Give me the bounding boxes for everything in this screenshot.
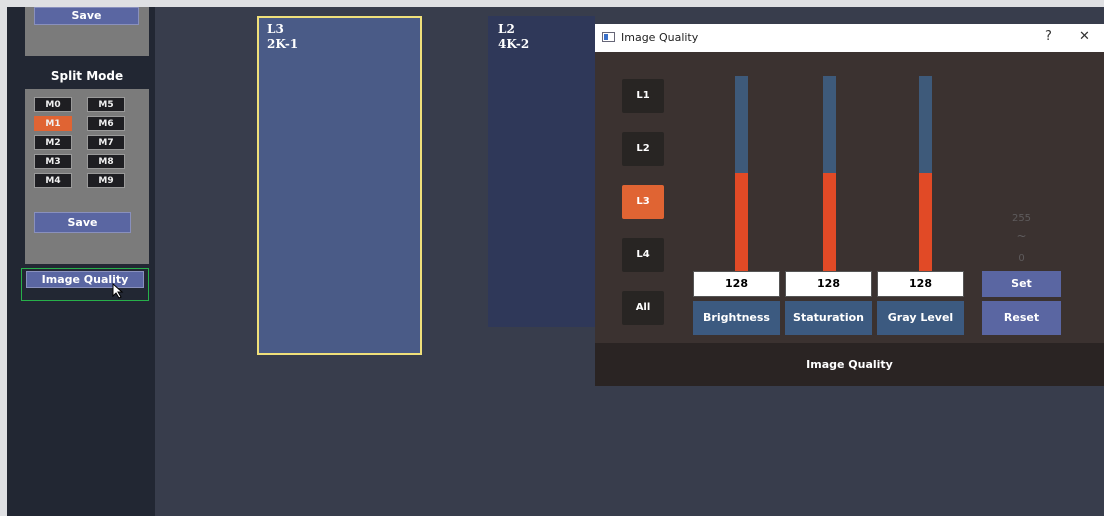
split-mode-title: Split Mode [25, 63, 149, 89]
range-separator: ~ [1016, 229, 1027, 243]
split-mode-m4-button[interactable]: M4 [34, 173, 72, 188]
save-button-split[interactable]: Save [34, 212, 131, 233]
split-mode-m8-button[interactable]: M8 [87, 154, 125, 169]
split-mode-m2-button[interactable]: M2 [34, 135, 72, 150]
save-panel-top: Save [25, 7, 149, 56]
layer-l2-window[interactable]: L2 4K-2 [488, 16, 595, 327]
close-button[interactable]: ✕ [1079, 29, 1090, 44]
window-icon [602, 32, 615, 42]
staturation-slider-fill [823, 173, 836, 271]
brightness-slider[interactable] [735, 76, 748, 271]
layer-l1-button[interactable]: L1 [622, 79, 664, 113]
layer-all-button[interactable]: All [622, 291, 664, 325]
save-button-top[interactable]: Save [34, 7, 139, 25]
brightness-slider-fill [735, 173, 748, 271]
reset-button[interactable]: Reset [982, 301, 1061, 335]
split-mode-m3-button[interactable]: M3 [34, 154, 72, 169]
layer-l2-source: 4K-2 [498, 37, 530, 51]
split-mode-panel: M0 M5 M1 M6 M2 M7 M3 M8 M4 M9 Save [25, 89, 149, 264]
split-mode-m5-button[interactable]: M5 [87, 97, 125, 112]
dialog-footer: Image Quality [595, 343, 1104, 386]
image-quality-button[interactable]: Image Quality [26, 271, 144, 288]
dialog-titlebar: Image Quality ? ✕ [595, 24, 1104, 52]
layer-l4-button[interactable]: L4 [622, 238, 664, 272]
split-mode-m0-button[interactable]: M0 [34, 97, 72, 112]
layer-l3-button[interactable]: L3 [622, 185, 664, 219]
staturation-label-button[interactable]: Staturation [785, 301, 872, 335]
gray-level-bias-slider[interactable] [919, 76, 932, 271]
mouse-pointer-icon [112, 283, 124, 299]
image-quality-dialog: Image Quality ? ✕ L1 L2 L3 L4 All 128 Brightn… [595, 24, 1104, 386]
layer-l3-window[interactable]: L3 2K-1 [257, 16, 422, 355]
layer-l2-button[interactable]: L2 [622, 132, 664, 166]
split-mode-m9-button[interactable]: M9 [87, 173, 125, 188]
layer-l2-name: L2 [498, 22, 515, 36]
layer-l3-name: L3 [267, 22, 284, 36]
image-quality-focus-box: Image Quality [21, 268, 149, 301]
staturation-slider[interactable] [823, 76, 836, 271]
split-mode-m6-button[interactable]: M6 [87, 116, 125, 131]
layer-l3-source: 2K-1 [267, 37, 299, 51]
brightness-value-input[interactable]: 128 [693, 271, 780, 297]
gray-level-bias-value-input[interactable]: 128 [877, 271, 964, 297]
gray-level-bias-label-button[interactable]: Gray Level Bias [877, 301, 964, 358]
dialog-title: Image Quality [621, 31, 699, 44]
brightness-label-button[interactable]: Brightness [693, 301, 780, 335]
gray-level-bias-slider-fill [919, 173, 932, 271]
help-button[interactable]: ? [1045, 29, 1052, 44]
split-mode-m1-button[interactable]: M1 [34, 116, 72, 131]
staturation-value-input[interactable]: 128 [785, 271, 872, 297]
set-button[interactable]: Set [982, 271, 1061, 297]
sidebar: Save Split Mode M0 M5 M1 M6 M2 M7 M3 M8 M4 M9 Sav… [7, 7, 155, 516]
range-min: 0 [1018, 253, 1025, 264]
range-max: 255 [1011, 213, 1032, 224]
split-mode-m7-button[interactable]: M7 [87, 135, 125, 150]
